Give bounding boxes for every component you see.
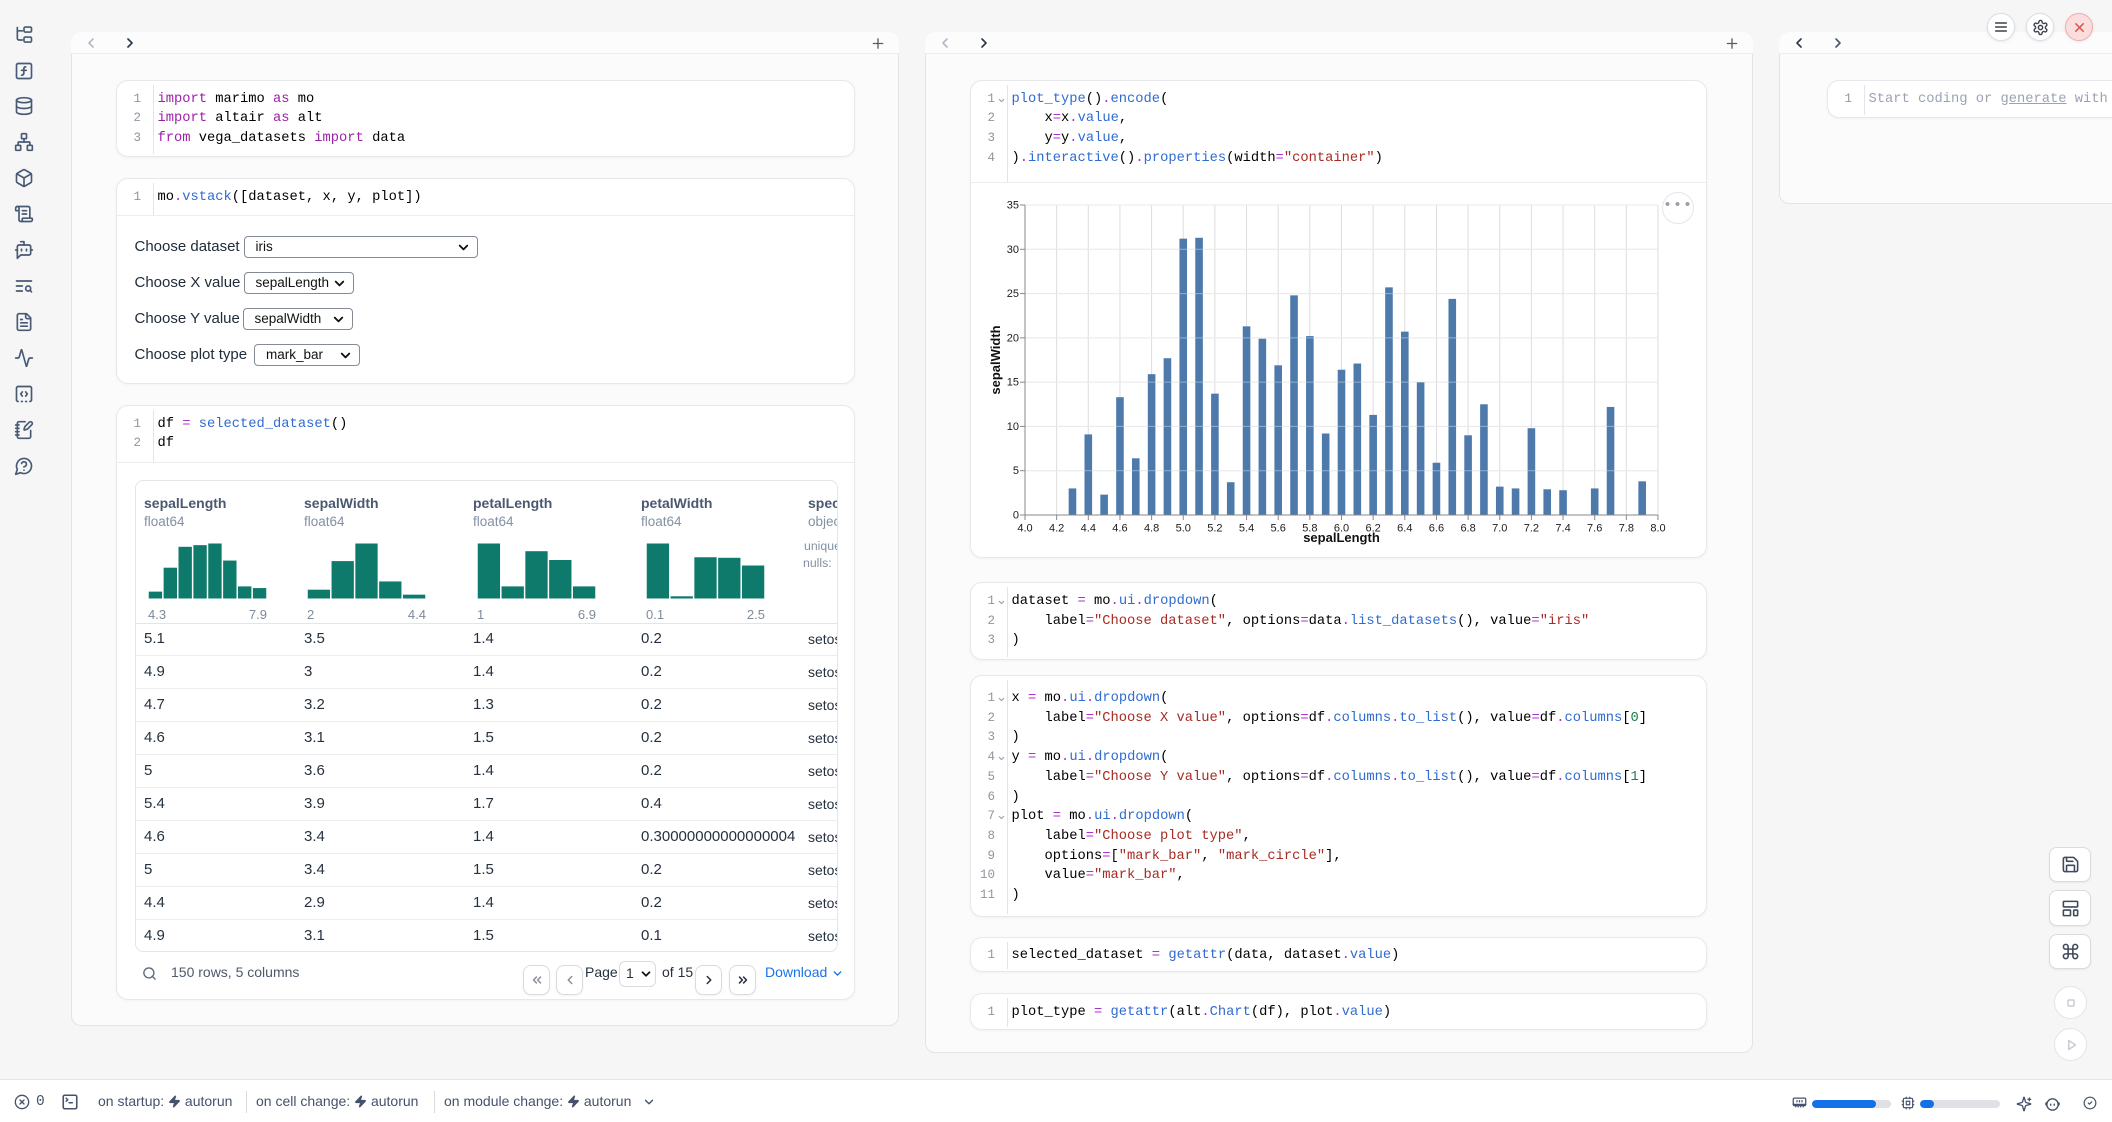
svg-text:10: 10	[1007, 421, 1019, 433]
svg-text:6.8: 6.8	[1460, 523, 1475, 535]
svg-text:sepalLength: sepalLength	[1303, 530, 1380, 545]
svg-text:4.6: 4.6	[1112, 523, 1127, 535]
svg-text:4.4: 4.4	[1081, 523, 1096, 535]
svg-text:25: 25	[1007, 288, 1019, 300]
svg-text:sepalWidth: sepalWidth	[988, 325, 1003, 394]
svg-text:5.2: 5.2	[1207, 523, 1222, 535]
svg-text:7.4: 7.4	[1555, 523, 1570, 535]
svg-text:5.6: 5.6	[1271, 523, 1286, 535]
svg-text:4.2: 4.2	[1049, 523, 1064, 535]
svg-text:7.6: 7.6	[1587, 523, 1602, 535]
svg-text:20: 20	[1007, 332, 1019, 344]
svg-text:15: 15	[1007, 377, 1019, 389]
svg-text:7.8: 7.8	[1619, 523, 1634, 535]
svg-text:5: 5	[1013, 465, 1019, 477]
svg-text:8.0: 8.0	[1650, 523, 1665, 535]
svg-text:7.0: 7.0	[1492, 523, 1507, 535]
svg-text:6.4: 6.4	[1397, 523, 1412, 535]
svg-text:0: 0	[1013, 510, 1019, 522]
svg-text:35: 35	[1007, 200, 1019, 212]
svg-text:4.0: 4.0	[1017, 523, 1032, 535]
svg-text:6.6: 6.6	[1429, 523, 1444, 535]
svg-text:7.2: 7.2	[1524, 523, 1539, 535]
svg-text:4.8: 4.8	[1144, 523, 1159, 535]
svg-text:30: 30	[1007, 244, 1019, 256]
svg-text:5.4: 5.4	[1239, 523, 1254, 535]
svg-text:5.0: 5.0	[1176, 523, 1191, 535]
